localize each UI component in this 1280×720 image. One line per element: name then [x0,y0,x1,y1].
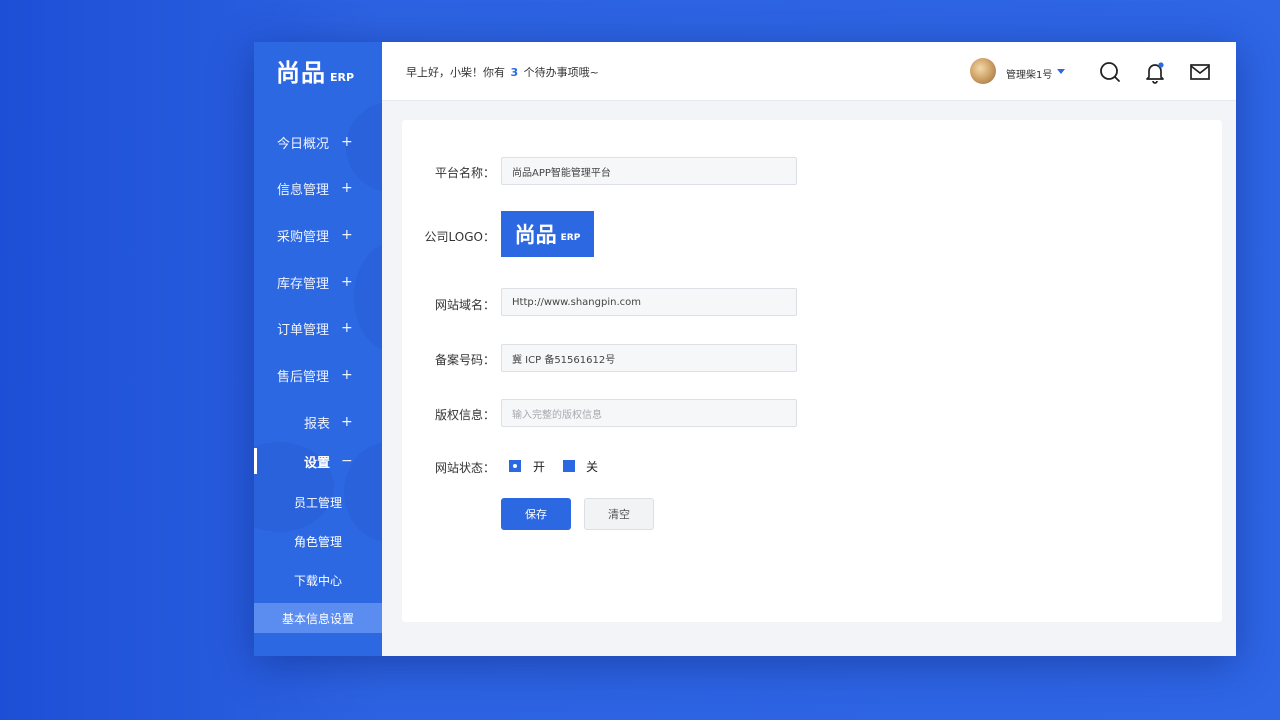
todo-count[interactable]: 3 [511,66,519,79]
sidebar-item-info[interactable]: 信息管理 + [254,175,382,201]
app-logo[interactable]: 尚品 ERP [276,60,354,86]
save-button[interactable]: 保存 [501,498,571,530]
expand-icon: + [341,180,353,196]
sidebar-item-label: 信息管理 [277,182,330,198]
greeting-suffix: 个待办事项哦~ [523,66,599,79]
status-on-label: 开 [533,460,546,474]
company-logo-text: 尚品 [514,223,557,247]
greeting-text: 早上好，小柴！你有 3 个待办事项哦~ [406,64,599,80]
sidebar-item-label: 设置 [304,455,331,471]
sidebar-subitem-label: 角色管理 [293,534,342,549]
sidebar-item-label: 售后管理 [277,369,330,385]
company-logo-upload[interactable]: 尚品 ERP [501,211,594,257]
sidebar-item-label: 订单管理 [277,322,330,338]
sidebar-item-label: 采购管理 [277,229,330,245]
collapse-icon: − [341,453,353,469]
sidebar-subitem-downloads[interactable]: 下载中心 [254,566,382,594]
sidebar-item-label: 库存管理 [277,276,330,292]
sidebar-item-orders[interactable]: 订单管理 + [254,315,382,341]
user-name[interactable]: 管理柴1号 [1006,66,1052,81]
expand-icon: + [341,134,353,150]
expand-icon: + [341,320,353,336]
search-icon[interactable] [1098,60,1122,84]
avatar[interactable] [970,58,996,84]
status-on-radio[interactable] [509,460,521,472]
sidebar-subitem-staff[interactable]: 员工管理 [254,488,382,516]
app-window: 尚品 ERP 今日概况 + 信息管理 + 采购管理 + 库存管理 + 订单管理 … [254,42,1236,656]
platform-name-label: 平台名称： [434,166,495,180]
mail-icon[interactable] [1188,60,1212,84]
company-logo-label: 公司LOGO： [424,230,495,244]
expand-icon: + [341,414,353,430]
sidebar-subitem-label: 基本信息设置 [281,611,354,626]
sidebar-subitem-roles[interactable]: 角色管理 [254,527,382,555]
sidebar-item-overview[interactable]: 今日概况 + [254,129,382,155]
copyright-label: 版权信息： [434,408,495,422]
sidebar: 尚品 ERP 今日概况 + 信息管理 + 采购管理 + 库存管理 + 订单管理 … [254,42,382,656]
sidebar-item-inventory[interactable]: 库存管理 + [254,269,382,295]
bell-icon[interactable] [1143,60,1167,84]
sidebar-item-reports[interactable]: 报表 + [254,409,382,435]
site-status-label: 网站状态： [434,461,495,475]
expand-icon: + [341,367,353,383]
settings-form-card: 平台名称： 尚品APP智能管理平台 公司LOGO： 尚品 ERP 网站域名： H… [402,120,1222,622]
expand-icon: + [341,227,353,243]
sidebar-item-label: 今日概况 [277,136,330,152]
sidebar-subitem-label: 下载中心 [293,573,342,588]
domain-input[interactable]: Http://www.shangpin.com [501,288,797,316]
logo-suffix: ERP [330,71,355,84]
logo-text: 尚品 [276,59,326,87]
sidebar-subitem-basic-settings[interactable]: 基本信息设置 [254,603,382,633]
copyright-input[interactable]: 输入完整的版权信息 [501,399,797,427]
expand-icon: + [341,274,353,290]
sidebar-subitem-label: 员工管理 [293,495,342,510]
sidebar-item-purchase[interactable]: 采购管理 + [254,222,382,248]
domain-label: 网站域名： [434,298,495,312]
sidebar-item-label: 报表 [304,416,331,432]
platform-name-input[interactable]: 尚品APP智能管理平台 [501,157,797,185]
status-off-radio[interactable] [563,460,575,472]
clear-button[interactable]: 清空 [584,498,654,530]
top-header: 早上好，小柴！你有 3 个待办事项哦~ 管理柴1号 [382,42,1236,101]
company-logo-suffix: ERP [560,233,581,243]
sidebar-item-after-sales[interactable]: 售后管理 + [254,362,382,388]
status-off-label: 关 [586,460,599,474]
greeting-prefix: 早上好，小柴！你有 [406,66,505,79]
icp-input[interactable]: 冀 ICP 备51561612号 [501,344,797,372]
sidebar-item-settings[interactable]: 设置 − [254,448,382,474]
chevron-down-icon[interactable] [1057,69,1065,74]
icp-label: 备案号码： [434,353,495,367]
